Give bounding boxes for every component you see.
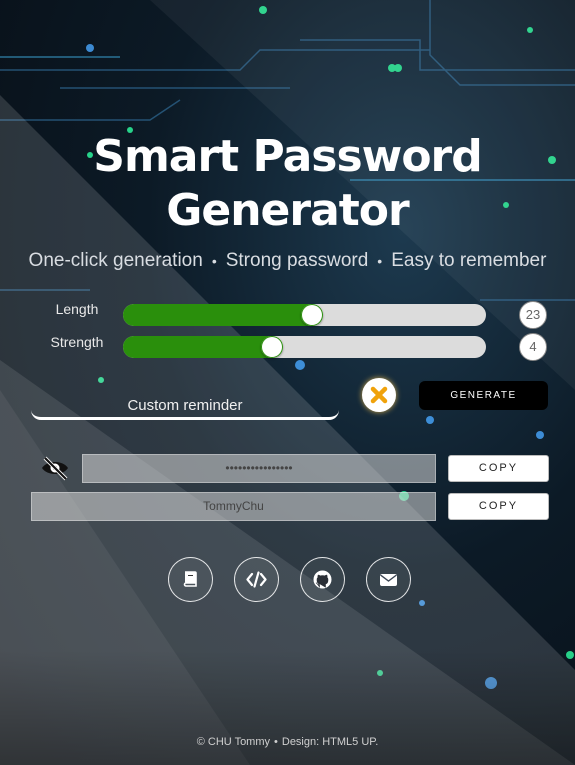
feature-item: Easy to remember (391, 250, 547, 271)
title-line-1: Smart Password (93, 131, 483, 182)
github-icon (313, 570, 332, 589)
footer-design-credit[interactable]: Design: HTML5 UP. (282, 736, 378, 748)
code-icon (246, 571, 267, 588)
reminder-output[interactable]: TommyChu (31, 492, 436, 521)
generate-button[interactable]: GENERATE (419, 381, 548, 410)
strength-slider-fill (123, 336, 272, 358)
length-slider-handle[interactable] (300, 304, 323, 326)
footer-author: © CHU Tommy (196, 736, 271, 748)
source-code-link[interactable] (234, 557, 279, 602)
length-slider-fill (123, 304, 312, 326)
reminder-field (31, 393, 339, 420)
feature-item: Strong password (225, 250, 369, 271)
eye-off-icon (42, 456, 68, 481)
page-title: Smart Password Generator (0, 130, 575, 238)
reminder-input[interactable] (31, 393, 339, 417)
length-value: 23 (519, 301, 547, 329)
toggle-visibility-button[interactable] (40, 455, 70, 481)
close-icon (370, 386, 388, 404)
length-slider[interactable] (123, 304, 486, 326)
copy-password-button[interactable]: COPY (448, 455, 549, 482)
github-link[interactable] (300, 557, 345, 602)
feature-separator: • (377, 253, 383, 269)
feature-separator: • (211, 253, 217, 269)
footer-separator: • (274, 736, 278, 748)
length-label: Length (55, 301, 99, 317)
footer: © CHU Tommy • Design: HTML5 UP. (0, 736, 575, 748)
clear-button[interactable] (362, 378, 396, 412)
app: Smart Password Generator One-click gener… (0, 0, 575, 765)
feature-list: One-click generation • Strong password • Eas… (0, 250, 575, 272)
book-icon (183, 571, 197, 587)
strength-label: Strength (50, 334, 104, 350)
strength-slider-handle[interactable] (260, 336, 283, 358)
title-line-2: Generator (166, 185, 409, 236)
password-output[interactable]: •••••••••••••••• (82, 454, 436, 483)
strength-value: 4 (519, 333, 547, 361)
copy-reminder-button[interactable]: COPY (448, 493, 549, 520)
docs-link[interactable] (168, 557, 213, 602)
strength-slider[interactable] (123, 336, 486, 358)
feature-item: One-click generation (28, 250, 203, 271)
mail-icon (380, 574, 397, 586)
email-link[interactable] (366, 557, 411, 602)
